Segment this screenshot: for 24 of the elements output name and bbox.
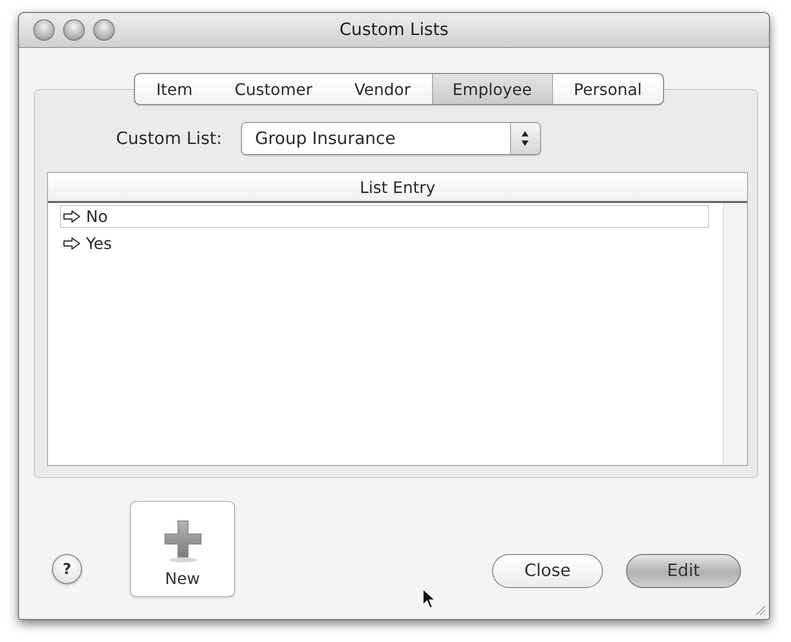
zoom-button[interactable] [93,19,115,41]
arrow-icon [63,237,81,250]
column-header[interactable]: List Entry [360,178,436,196]
custom-list-label: Custom List: [116,128,222,148]
tab[interactable]: Employee [432,74,553,104]
dialog-button[interactable]: Close [492,554,603,588]
minimize-button[interactable] [63,19,85,41]
resize-grip-icon[interactable] [754,604,766,616]
list-entry[interactable]: Yes [60,232,709,255]
tab[interactable]: Vendor [333,74,432,104]
custom-list-dropdown[interactable]: Group Insurance [241,122,541,155]
tab[interactable]: Customer [214,74,334,104]
plus-icon [162,519,202,563]
tab[interactable]: Personal [552,74,663,104]
dialog-button[interactable]: Edit [626,554,741,588]
list-entry[interactable]: No [60,205,709,228]
window-title: Custom Lists [339,20,449,40]
close-button[interactable] [33,19,55,41]
pointer-icon [422,588,436,610]
help-button[interactable]: ? [52,554,82,584]
updown-arrows-icon [510,123,540,154]
arrow-icon [63,210,81,223]
new-button[interactable]: New [130,501,235,597]
tab[interactable]: Item [135,74,214,104]
